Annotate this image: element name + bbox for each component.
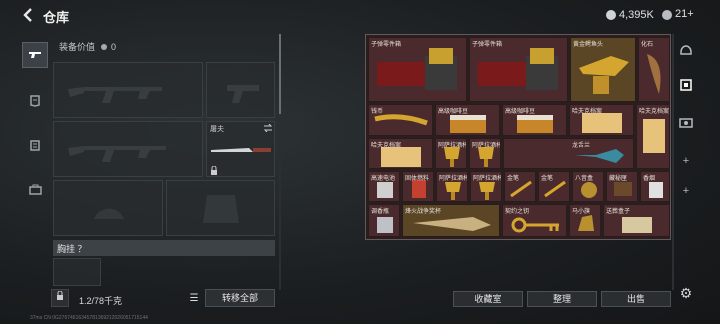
storage-item[interactable]: 烽火战争奖杯 xyxy=(402,204,500,237)
storage-item[interactable]: 金笔 xyxy=(504,171,536,202)
equipment-panel: 装备价值 0 屠夫 胸挂 ？ xyxy=(53,34,277,312)
currency-amount: 4,395K xyxy=(619,9,654,21)
storage-item[interactable]: 马小旗 xyxy=(569,204,601,237)
helmet-tab-icon[interactable] xyxy=(677,42,695,60)
secondary-weapon-slot[interactable] xyxy=(53,121,203,177)
page-title: 仓库 xyxy=(43,10,70,25)
storage-item[interactable]: 钱币 xyxy=(368,104,433,136)
pistol-silhouette-icon xyxy=(227,85,259,103)
coin-icon xyxy=(100,44,107,50)
toolbox-tab-icon[interactable] xyxy=(22,176,48,202)
equipment-footer: 1.2/78千克 ☰ 转移全部 xyxy=(51,289,277,309)
premium-amount[interactable]: 21+ xyxy=(675,8,694,20)
scrollbar-thumb[interactable] xyxy=(279,34,281,114)
transfer-all-button[interactable]: 转移全部 xyxy=(205,289,275,307)
coin-icon xyxy=(606,10,616,20)
storage-item[interactable]: 八音盒 xyxy=(572,171,604,202)
equipment-value-label: 装备价值 xyxy=(59,42,96,52)
lock-icon xyxy=(57,290,63,300)
storage-item[interactable]: 阿萨拉酒杯 xyxy=(435,138,467,169)
equipment-value: 装备价值 0 xyxy=(59,40,116,53)
storage-item[interactable]: 龙舌兰 xyxy=(503,138,634,169)
equipment-value-amount: 0 xyxy=(111,42,117,52)
add-tab-icon[interactable]: + xyxy=(677,182,695,200)
status-line: 37ms CN 0G276746163457813692120260517151… xyxy=(30,315,148,321)
lock-button[interactable] xyxy=(51,289,69,307)
storage-item[interactable]: 哈夫克档案 xyxy=(368,138,433,169)
storage-item[interactable]: 子弹零件箱 xyxy=(469,37,568,102)
tequila-bottle-icon xyxy=(574,149,624,163)
butcher-knife-icon xyxy=(211,148,271,152)
gem-icon xyxy=(662,10,672,20)
storage-item[interactable]: 阿萨拉酒杯 xyxy=(470,171,502,202)
organize-button[interactable]: 整理 xyxy=(527,291,597,307)
valuables-tab-icon[interactable] xyxy=(677,78,695,96)
chest-rig-header[interactable]: 胸挂 ？ xyxy=(53,240,275,256)
back-arrow-icon[interactable] xyxy=(22,8,36,22)
storage-item[interactable]: 送葬盒子 xyxy=(603,204,670,237)
storage-item[interactable]: 高级咖啡豆 xyxy=(435,104,500,136)
storage-grid: 子弹零件箱 子弹零件箱 黄金鳄鱼头 化石 钱币 高级咖啡豆 高级咖啡豆 哈夫克档… xyxy=(365,34,671,240)
rifle-silhouette-icon xyxy=(68,87,162,103)
storage-item[interactable]: 阿萨拉酒杯 xyxy=(469,138,501,169)
storage-scrollbar[interactable] xyxy=(672,34,674,290)
armor-tab-icon[interactable] xyxy=(22,88,48,114)
add-tab-icon[interactable]: + xyxy=(677,152,695,170)
storage-item[interactable]: 阿萨拉酒杯 xyxy=(436,171,468,202)
storage-item[interactable]: 调香瓶 xyxy=(368,204,400,237)
storage-item[interactable]: 高级咖啡豆 xyxy=(502,104,567,136)
left-category-nav xyxy=(22,36,48,226)
armor-slot[interactable] xyxy=(166,180,275,236)
storage-item[interactable]: 香烟 xyxy=(640,171,670,202)
storage-item[interactable]: 子弹零件箱 xyxy=(368,37,467,102)
storage-item[interactable]: 化石 xyxy=(638,37,670,102)
weight-indicator: 1.2/78千克 xyxy=(79,296,123,306)
melee-label: 屠夫 xyxy=(210,126,224,133)
chest-rig-slot[interactable] xyxy=(53,258,101,286)
storage-item[interactable]: 哈夫克档案 xyxy=(636,104,670,169)
lock-icon xyxy=(211,166,217,175)
storage-item[interactable]: 契约之钥 xyxy=(502,204,567,237)
storage-item[interactable]: 金笔 xyxy=(538,171,570,202)
settings-gear-icon[interactable]: ⚙ xyxy=(678,285,694,301)
melee-slot[interactable]: 屠夫 xyxy=(206,121,275,177)
swap-icon xyxy=(263,124,273,132)
weapon-tab-icon[interactable] xyxy=(22,42,48,68)
primary-weapon-slot[interactable] xyxy=(53,62,203,118)
camera-tab-icon[interactable] xyxy=(677,116,695,134)
pistol-slot[interactable] xyxy=(206,62,275,118)
list-icon[interactable]: ☰ xyxy=(186,291,202,307)
storage-item[interactable]: 高速电池 xyxy=(368,171,400,202)
rifle-silhouette-icon xyxy=(68,146,166,162)
storage-item[interactable]: 藏秘匣 xyxy=(606,171,638,202)
equipment-scrollbar[interactable] xyxy=(279,34,281,290)
helmet-silhouette-icon xyxy=(94,208,124,219)
storage-item[interactable]: 哈夫克档案 xyxy=(569,104,634,136)
storage-item[interactable]: 固体燃料 xyxy=(402,171,434,202)
vest-silhouette-icon xyxy=(203,195,239,223)
top-bar: 仓库 4,395K 21+ xyxy=(0,0,720,30)
storage-tabs: + + xyxy=(676,40,696,200)
backpack-tab-icon[interactable] xyxy=(22,132,48,158)
collection-room-button[interactable]: 收藏室 xyxy=(453,291,523,307)
helmet-slot[interactable] xyxy=(53,180,163,236)
sell-button[interactable]: 出售 xyxy=(601,291,671,307)
storage-item[interactable]: 黄金鳄鱼头 xyxy=(570,37,636,102)
